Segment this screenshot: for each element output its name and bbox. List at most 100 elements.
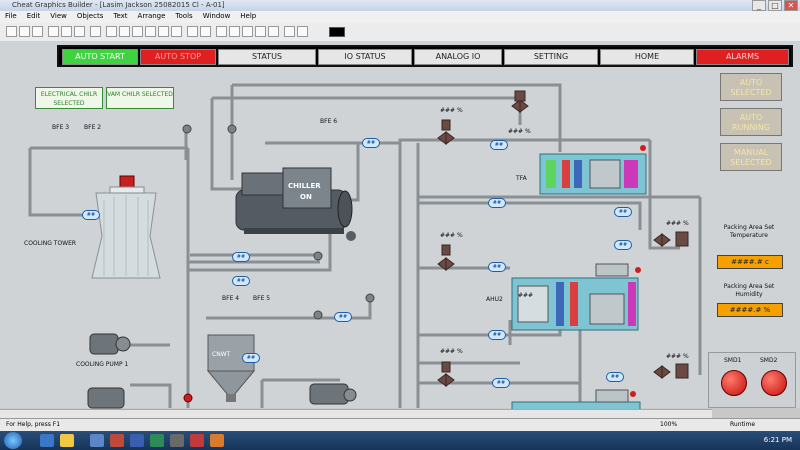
gauge-t1: ## — [362, 138, 380, 148]
io-status-button[interactable]: IO STATUS — [318, 49, 412, 65]
taskbar: 6:21 PM — [0, 431, 800, 450]
save-icon[interactable] — [32, 26, 43, 37]
app-icon-1[interactable] — [90, 434, 104, 447]
menu-arrange[interactable]: Arrange — [133, 11, 171, 20]
smd2-lamp[interactable] — [761, 370, 787, 396]
app-icon-2[interactable] — [110, 434, 124, 447]
packing-temp-unit: c — [764, 258, 769, 266]
window-title: Cheat Graphics Builder - [Lasim Jackson … — [12, 1, 225, 9]
back-icon[interactable] — [268, 26, 279, 37]
excel-icon[interactable] — [150, 434, 164, 447]
close-button[interactable]: ✕ — [784, 0, 798, 11]
gauge-t15: ## — [614, 207, 632, 217]
ahu2-label: AHU2 — [486, 296, 503, 303]
app-icon-4[interactable] — [190, 434, 204, 447]
packing-hum-value: ####.# — [729, 306, 762, 314]
bfe6-label: BFE 6 — [320, 118, 338, 125]
auto-start-button[interactable]: AUTO START — [62, 49, 138, 65]
menu-edit[interactable]: Edit — [22, 11, 46, 20]
cut-icon[interactable] — [48, 26, 59, 37]
menu-bar: File Edit View Objects Text Arrange Tools Windo… — [0, 11, 800, 23]
valve5-pct: ### % — [666, 220, 689, 227]
gauge-ft2: ## — [334, 312, 352, 322]
bfe2-label: BFE 2 — [84, 124, 102, 131]
zoom-out-icon[interactable] — [200, 26, 211, 37]
text-icon[interactable] — [171, 26, 182, 37]
ungroup-icon[interactable] — [242, 26, 253, 37]
gauge-t13: ## — [606, 372, 624, 382]
alarms-button[interactable]: ALARMS — [696, 49, 789, 65]
valve6-pct: ### % — [666, 353, 689, 360]
status-button[interactable]: STATUS — [218, 49, 316, 65]
gauge-t8: ## — [488, 262, 506, 272]
ie-icon[interactable] — [40, 434, 54, 447]
copy-icon[interactable] — [61, 26, 72, 37]
run-icon[interactable] — [297, 26, 308, 37]
vam-chiller-selected[interactable]: VAM CHILR SELECTED — [106, 87, 174, 109]
select-icon[interactable] — [106, 26, 117, 37]
explorer-icon[interactable] — [60, 434, 74, 447]
smd2-label: SMD2 — [760, 357, 778, 364]
maximize-button[interactable]: □ — [768, 0, 782, 11]
tfa-alarm-dot — [640, 145, 646, 151]
smd1-label: SMD1 — [724, 357, 742, 364]
undo-icon[interactable] — [90, 26, 101, 37]
app-icon-5[interactable] — [210, 434, 224, 447]
packing-temp-readout: ####.# c — [717, 255, 783, 269]
front-icon[interactable] — [255, 26, 266, 37]
auto-selected-indicator[interactable]: AUTO SELECTED — [720, 73, 782, 101]
valve2-pct: ### % — [440, 232, 463, 239]
menu-help[interactable]: Help — [235, 11, 261, 20]
line-icon[interactable] — [119, 26, 130, 37]
valve3-pct: ### % — [440, 348, 463, 355]
chiller-label: CHILLER — [288, 182, 321, 190]
gauge-t3: ## — [82, 210, 100, 220]
menu-text[interactable]: Text — [108, 11, 132, 20]
auto-stop-button[interactable]: AUTO STOP — [140, 49, 216, 65]
electrical-chiller-selected[interactable]: ELECTRICAL CHILR SELECTED — [35, 87, 103, 109]
gauge-t9: ## — [488, 198, 506, 208]
tfa-unit-graphic — [539, 153, 647, 195]
valve4-pct: ### % — [508, 128, 531, 135]
align-icon[interactable] — [216, 26, 227, 37]
menu-view[interactable]: View — [45, 11, 72, 20]
status-mode: Runtime — [730, 421, 756, 428]
polygon-icon[interactable] — [158, 26, 169, 37]
start-button[interactable] — [4, 432, 22, 449]
rectangle-icon[interactable] — [132, 26, 143, 37]
tfa-label: TFA — [516, 175, 527, 182]
manual-selected-indicator[interactable]: MANUAL SELECTED — [720, 143, 782, 171]
cooling-pump-label: COOLING PUMP 1 — [76, 361, 129, 368]
new-icon[interactable] — [6, 26, 17, 37]
gauge-t2: ## — [232, 252, 250, 262]
ellipse-icon[interactable] — [145, 26, 156, 37]
smd1-lamp[interactable] — [721, 370, 747, 396]
open-icon[interactable] — [19, 26, 30, 37]
grid-icon[interactable] — [284, 26, 295, 37]
status-text: For Help, press F1 — [6, 421, 61, 428]
packing-hum-readout: ####.# % — [717, 303, 783, 317]
analog-io-button[interactable]: ANALOG IO — [414, 49, 502, 65]
menu-objects[interactable]: Objects — [72, 11, 108, 20]
title-bar: Cheat Graphics Builder - [Lasim Jackson … — [0, 0, 800, 11]
word-icon[interactable] — [130, 434, 144, 447]
paste-icon[interactable] — [74, 26, 85, 37]
cooling-tower-graphic — [91, 175, 161, 279]
fill-color-picker[interactable] — [329, 27, 345, 37]
minimize-button[interactable]: _ — [752, 0, 766, 11]
setting-button[interactable]: SETTING — [504, 49, 598, 65]
ahu3-alarm-dot — [630, 391, 636, 397]
auto-running-indicator[interactable]: AUTO RUNNING — [720, 108, 782, 136]
menu-tools[interactable]: Tools — [170, 11, 197, 20]
cooling-tower-label: COOLING TOWER — [24, 240, 77, 247]
menu-window[interactable]: Window — [198, 11, 236, 20]
packing-hum-label: Packing Area Set Humidity — [723, 283, 775, 298]
chiller-state: ON — [300, 193, 312, 201]
menu-file[interactable]: File — [0, 11, 22, 20]
zoom-in-icon[interactable] — [187, 26, 198, 37]
home-button[interactable]: HOME — [600, 49, 694, 65]
cnwt-label: CNWT — [212, 351, 231, 358]
group-icon[interactable] — [229, 26, 240, 37]
packing-temp-label: Packing Area Set Temperature — [723, 224, 775, 239]
app-icon-3[interactable] — [170, 434, 184, 447]
